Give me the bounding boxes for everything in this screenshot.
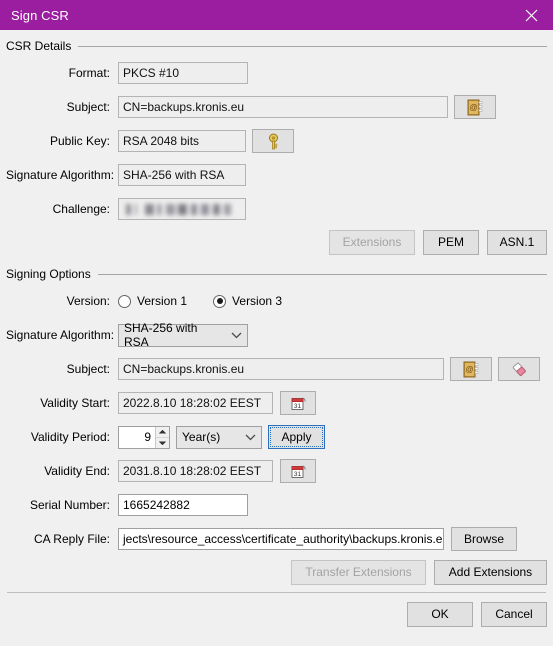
csr-signature-algorithm-row: Signature Algorithm: SHA-256 with RSA (6, 158, 547, 192)
version-label: Version: (66, 294, 110, 308)
svg-text:31: 31 (293, 403, 301, 410)
csr-signature-algorithm-field: SHA-256 with RSA (118, 164, 246, 186)
signing-subject-address-book-button[interactable]: @ (450, 357, 492, 381)
version-row: Version: Version 1 Version 3 (6, 284, 547, 318)
validity-period-apply-button[interactable]: Apply (268, 425, 325, 449)
signing-signature-algorithm-row: Signature Algorithm: SHA-256 with RSA (6, 318, 547, 352)
version-1-radio-option[interactable]: Version 1 (118, 294, 187, 308)
validity-start-calendar-button[interactable]: 31 (280, 391, 316, 415)
close-button[interactable] (509, 0, 553, 30)
ok-button[interactable]: OK (407, 601, 473, 627)
cancel-button[interactable]: Cancel (481, 601, 547, 627)
version-1-label: Version 1 (137, 294, 188, 308)
address-book-icon: @ (467, 99, 483, 115)
signing-subject-row: Subject: CN=backups.kronis.eu @ (6, 352, 547, 386)
svg-text:@: @ (465, 365, 473, 374)
csr-actions-row: Extensions PEM ASN.1 (6, 226, 547, 258)
ca-reply-file-row: CA Reply File: jects\resource_access\cer… (6, 522, 547, 556)
format-row: Format: PKCS #10 (6, 56, 547, 90)
extensions-button[interactable]: Extensions (329, 229, 415, 255)
csr-subject-row: Subject: CN=backups.kronis.eu @ (6, 90, 547, 124)
version-1-radio[interactable] (118, 294, 131, 308)
validity-period-row: Validity Period: 9 Year(s) Apply (6, 420, 547, 454)
calendar-icon: 31 (291, 465, 306, 478)
asn1-button[interactable]: ASN.1 (487, 229, 547, 255)
signing-options-title: Signing Options (6, 267, 91, 281)
challenge-field (118, 198, 246, 220)
csr-signature-algorithm-label: Signature Algorithm: (6, 168, 115, 182)
spin-up-button[interactable] (156, 427, 169, 438)
signing-subject-label: Subject: (66, 362, 110, 376)
format-label: Format: (68, 66, 110, 80)
version-3-radio[interactable] (213, 294, 227, 308)
key-icon (268, 133, 278, 149)
csr-subject-address-book-button[interactable]: @ (454, 95, 496, 119)
public-key-row: Public Key: RSA 2048 bits (6, 124, 547, 158)
validity-period-spin-buttons[interactable] (155, 426, 169, 448)
validity-period-unit-value: Year(s) (182, 430, 221, 444)
challenge-row: Challenge: (6, 192, 547, 226)
serial-number-input[interactable]: 1665242882 (118, 494, 248, 516)
svg-text:@: @ (469, 103, 477, 112)
eraser-icon (512, 362, 526, 376)
validity-start-label: Validity Start: (40, 396, 110, 410)
challenge-redacted-content (123, 203, 241, 215)
csr-subject-field: CN=backups.kronis.eu (118, 96, 448, 118)
validity-end-calendar-button[interactable]: 31 (280, 459, 316, 483)
version-3-radio-option[interactable]: Version 3 (213, 294, 282, 308)
window-titlebar: Sign CSR (0, 0, 553, 30)
validity-period-unit-select[interactable]: Year(s) (176, 425, 262, 449)
validity-end-label: Validity End: (44, 464, 110, 478)
serial-number-row: Serial Number: 1665242882 (6, 488, 547, 522)
signing-signature-algorithm-label: Signature Algorithm: (6, 328, 115, 342)
validity-end-row: Validity End: 2031.8.10 18:28:02 EEST 31 (6, 454, 547, 488)
validity-end-field: 2031.8.10 18:28:02 EEST (118, 460, 273, 482)
signing-options-group: Signing Options Version: Version 1 Versi… (6, 258, 547, 588)
group-rule (97, 273, 547, 275)
validity-start-row: Validity Start: 2022.8.10 18:28:02 EEST … (6, 386, 547, 420)
window-title: Sign CSR (11, 7, 69, 23)
csr-subject-label: Subject: (66, 100, 110, 114)
browse-button[interactable]: Browse (451, 527, 517, 551)
validity-period-label: Validity Period: (30, 430, 110, 444)
signing-subject-clear-button[interactable] (498, 357, 540, 381)
group-rule (78, 45, 547, 47)
serial-number-label: Serial Number: (29, 498, 110, 512)
signing-subject-field[interactable]: CN=backups.kronis.eu (118, 358, 444, 380)
address-book-icon: @ (463, 361, 479, 377)
validity-period-value[interactable]: 9 (119, 427, 155, 448)
chevron-up-icon (159, 429, 166, 434)
public-key-label: Public Key: (49, 134, 110, 148)
ca-reply-file-label: CA Reply File: (33, 532, 110, 546)
challenge-label: Challenge: (52, 202, 110, 216)
validity-period-stepper[interactable]: 9 (118, 425, 170, 449)
csr-details-title: CSR Details (6, 39, 72, 53)
pem-button[interactable]: PEM (423, 229, 479, 255)
signature-algorithm-value: SHA-256 with RSA (124, 321, 198, 349)
chevron-down-icon (239, 434, 261, 441)
svg-text:31: 31 (293, 471, 301, 478)
csr-details-group: CSR Details Format: PKCS #10 Subject: CN… (6, 30, 547, 258)
transfer-extensions-button[interactable]: Transfer Extensions (291, 559, 426, 585)
footer-buttons: OK Cancel (0, 593, 553, 635)
validity-start-field: 2022.8.10 18:28:02 EEST (118, 392, 273, 414)
spin-down-button[interactable] (156, 438, 169, 448)
csr-details-header: CSR Details (6, 36, 547, 56)
version-3-label: Version 3 (232, 294, 283, 308)
signing-options-header: Signing Options (6, 264, 547, 284)
extension-actions-row: Transfer Extensions Add Extensions (6, 556, 547, 588)
calendar-icon: 31 (291, 397, 306, 410)
close-icon (525, 9, 537, 21)
ca-reply-file-input[interactable]: jects\resource_access\certificate_author… (118, 528, 444, 550)
public-key-details-button[interactable] (252, 129, 294, 153)
public-key-field: RSA 2048 bits (118, 130, 246, 152)
dialog-body: CSR Details Format: PKCS #10 Subject: CN… (0, 30, 553, 646)
chevron-down-icon (225, 332, 247, 339)
format-field: PKCS #10 (118, 62, 248, 84)
chevron-down-icon (159, 440, 166, 445)
version-3-radio-dot (216, 298, 223, 304)
add-extensions-button[interactable]: Add Extensions (434, 559, 547, 585)
signature-algorithm-select[interactable]: SHA-256 with RSA (118, 321, 248, 349)
